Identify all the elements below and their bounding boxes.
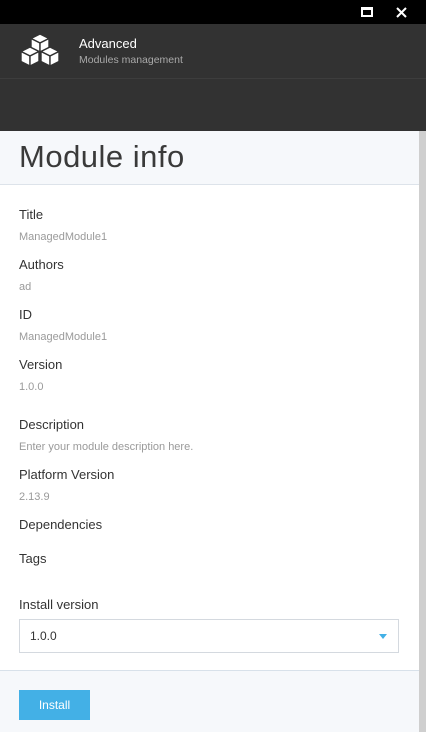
field-value-platform-version: 2.13.9 bbox=[19, 491, 50, 503]
field-label-version: Version bbox=[19, 357, 63, 372]
close-button[interactable] bbox=[384, 0, 418, 24]
blade-header: Advanced Modules management bbox=[0, 24, 426, 131]
field-value-version: 1.0.0 bbox=[19, 381, 44, 393]
install-version-selected: 1.0.0 bbox=[30, 629, 57, 643]
field-label-platform-version: Platform Version bbox=[19, 467, 115, 482]
install-version-select[interactable]: 1.0.0 bbox=[19, 619, 399, 653]
field-value-description: Enter your module description here. bbox=[19, 441, 194, 453]
section-header: Module info bbox=[0, 131, 419, 185]
field-value-title: ManagedModule1 bbox=[19, 231, 108, 243]
field-label-tags: Tags bbox=[19, 551, 47, 566]
field-label-id: ID bbox=[19, 307, 32, 322]
install-button[interactable]: Install bbox=[19, 690, 90, 720]
window-titlebar bbox=[0, 0, 426, 24]
chevron-down-icon bbox=[379, 634, 387, 639]
blade-title: Advanced bbox=[79, 36, 137, 51]
close-icon bbox=[395, 6, 407, 18]
page-title: Module info bbox=[19, 139, 185, 174]
field-label-description: Description bbox=[19, 417, 85, 432]
field-value-id: ManagedModule1 bbox=[19, 331, 108, 343]
maximize-icon bbox=[361, 7, 373, 17]
cubes-logo-icon bbox=[20, 33, 60, 67]
app-window: Advanced Modules management Module info … bbox=[0, 0, 426, 732]
field-label-authors: Authors bbox=[19, 257, 64, 272]
field-label-dependencies: Dependencies bbox=[19, 517, 103, 532]
blade-subtitle: Modules management bbox=[79, 54, 183, 66]
scrollbar-thumb[interactable] bbox=[419, 131, 426, 732]
scrollbar[interactable] bbox=[419, 131, 426, 732]
maximize-button[interactable] bbox=[350, 0, 384, 24]
blade-header-top: Advanced Modules management bbox=[0, 24, 426, 79]
blade-content: Module info Title ManagedModule1 Authors… bbox=[0, 131, 419, 732]
field-label-title: Title bbox=[19, 207, 44, 222]
blade-footer: Install bbox=[0, 670, 419, 732]
install-version-label: Install version bbox=[19, 597, 99, 612]
field-value-authors: ad bbox=[19, 281, 32, 293]
